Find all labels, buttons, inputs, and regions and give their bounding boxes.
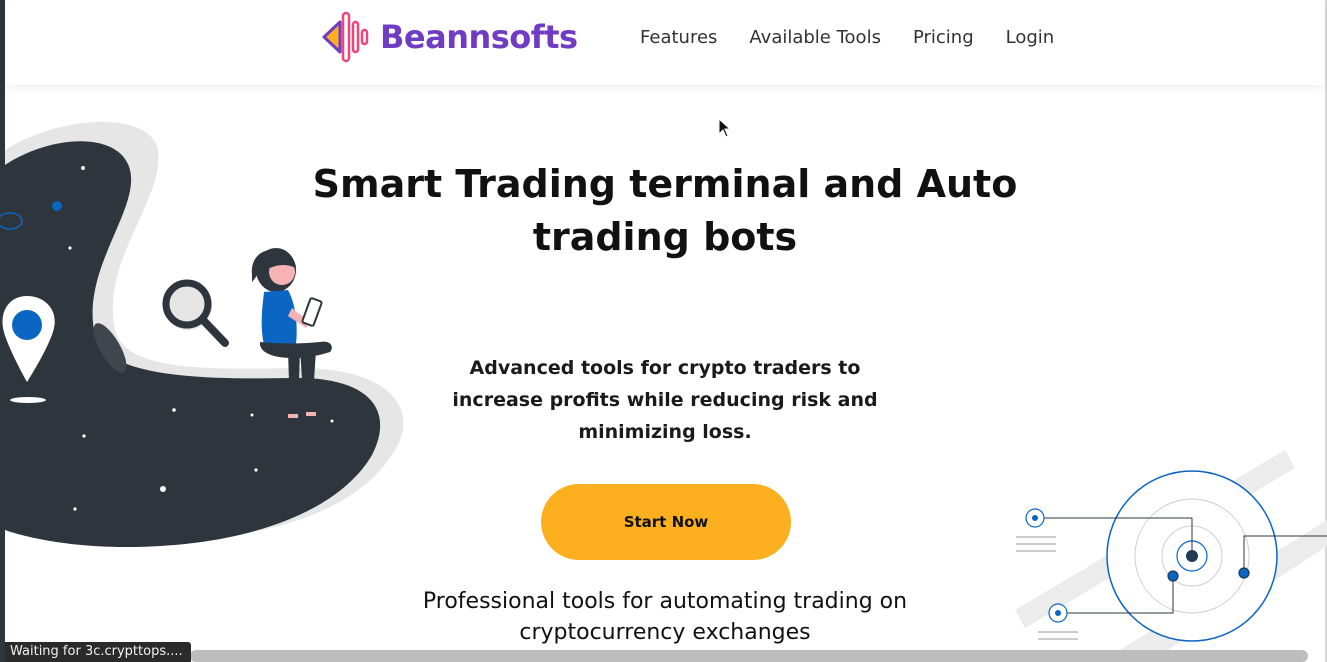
nav-link-login[interactable]: Login — [1006, 27, 1055, 48]
brand-logo[interactable]: Beannsofts — [318, 10, 578, 64]
hero-title: Smart Trading terminal and Auto trading … — [300, 158, 1030, 264]
hero-subtitle: Advanced tools for crypto traders to inc… — [452, 357, 878, 443]
hero-title-line-1: Smart Trading terminal and Auto — [312, 162, 1018, 206]
brand-name: Beannsofts — [380, 18, 578, 56]
radar-network-illustration — [1010, 450, 1327, 662]
start-now-button[interactable]: Start Now — [541, 484, 791, 560]
sound-wave-logo-icon — [318, 10, 374, 64]
browser-page: Beannsofts Features Available Tools Pric… — [0, 0, 1327, 662]
hero-footer-text: Professional tools for automating tradin… — [365, 586, 965, 648]
mouse-cursor-icon — [718, 117, 732, 142]
hero-footer-line-2: cryptocurrency exchanges — [519, 620, 811, 645]
nav-link-features[interactable]: Features — [640, 27, 717, 48]
nav-link-available-tools[interactable]: Available Tools — [749, 27, 881, 48]
nav-link-pricing[interactable]: Pricing — [913, 27, 974, 48]
browser-status-text: Waiting for 3c.crypttops.... — [5, 642, 191, 662]
main-nav: Features Available Tools Pricing Login — [640, 27, 1086, 48]
hero-footer-line-1: Professional tools for automating tradin… — [422, 589, 908, 614]
site-header: Beannsofts Features Available Tools Pric… — [5, 0, 1325, 85]
horizontal-scrollbar[interactable] — [190, 650, 1308, 662]
hero-title-line-2: trading bots — [532, 215, 798, 259]
